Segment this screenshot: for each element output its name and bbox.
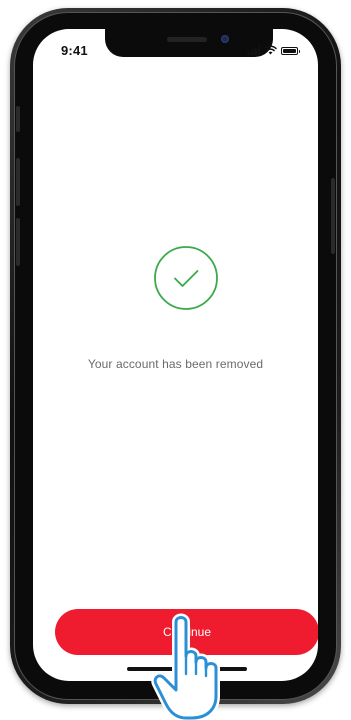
status-icons (247, 44, 300, 55)
wifi-icon (264, 45, 277, 55)
stage: 9:41 Your account has been removed Conti… (0, 0, 351, 720)
silent-switch (16, 106, 20, 132)
check-circle-icon (154, 246, 218, 310)
front-camera (221, 35, 229, 43)
phone-screen: 9:41 Your account has been removed Conti… (33, 29, 318, 681)
speaker-grille (167, 37, 207, 42)
power-button (331, 178, 335, 254)
status-message: Your account has been removed (87, 357, 264, 371)
battery-icon (281, 47, 300, 55)
volume-down-button (16, 218, 20, 266)
signal-icon (247, 45, 260, 55)
pointing-hand-icon (151, 613, 220, 720)
volume-up-button (16, 158, 20, 206)
status-time: 9:41 (61, 43, 88, 58)
